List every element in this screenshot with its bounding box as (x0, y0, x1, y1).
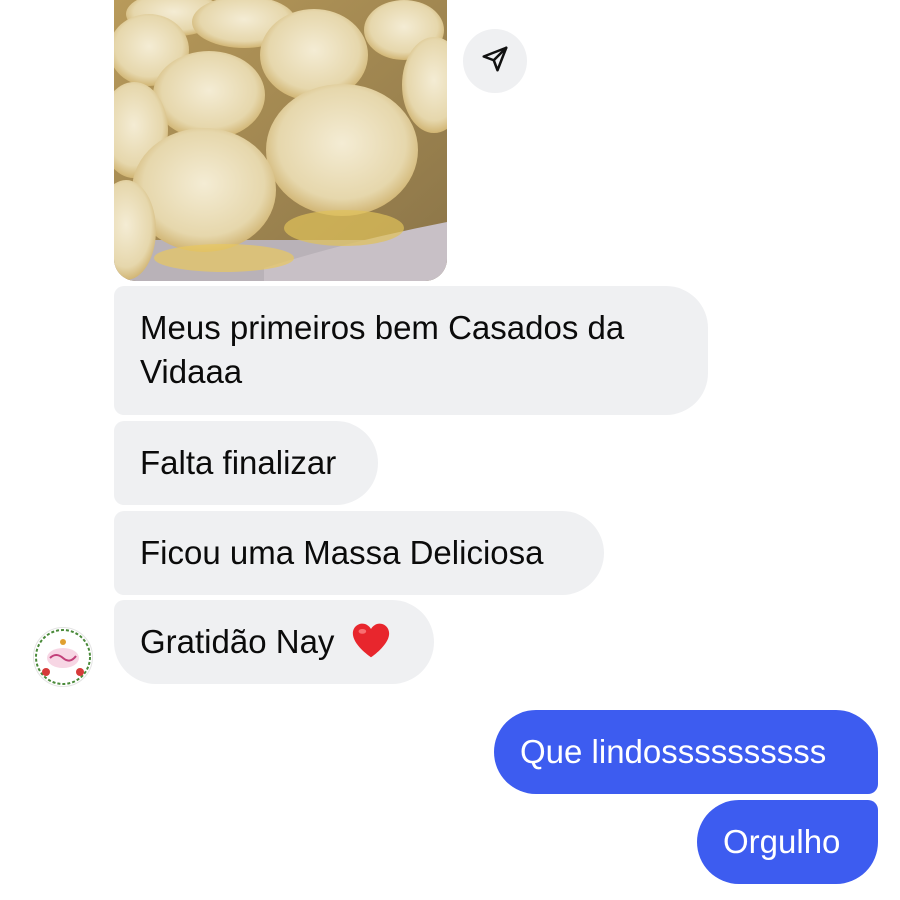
incoming-message[interactable]: Falta finalizar (114, 421, 378, 505)
message-text: Meus primeiros bem Casados da Vidaaa (140, 309, 625, 390)
incoming-message[interactable]: Meus primeiros bem Casados da Vidaaa (114, 286, 708, 415)
chat-thread: Meus primeiros bem Casados da Vidaaa Fal… (0, 0, 900, 900)
shared-photo[interactable] (114, 0, 447, 281)
outgoing-message[interactable]: Orgulho (697, 800, 878, 884)
message-text: Ficou uma Massa Deliciosa (140, 534, 544, 571)
message-text: Orgulho (723, 823, 841, 860)
message-text: Gratidão Nay (140, 623, 335, 660)
message-text: Falta finalizar (140, 444, 337, 481)
incoming-message[interactable]: Ficou uma Massa Deliciosa (114, 511, 604, 595)
paper-plane-icon (480, 44, 510, 79)
outgoing-message[interactable]: Que lindossssssssss (494, 710, 878, 794)
message-text: Que lindossssssssss (520, 733, 827, 770)
incoming-message[interactable]: Gratidão Nay (114, 600, 434, 684)
heart-icon (350, 621, 392, 670)
contact-avatar[interactable] (33, 627, 93, 687)
share-button[interactable] (463, 29, 527, 93)
